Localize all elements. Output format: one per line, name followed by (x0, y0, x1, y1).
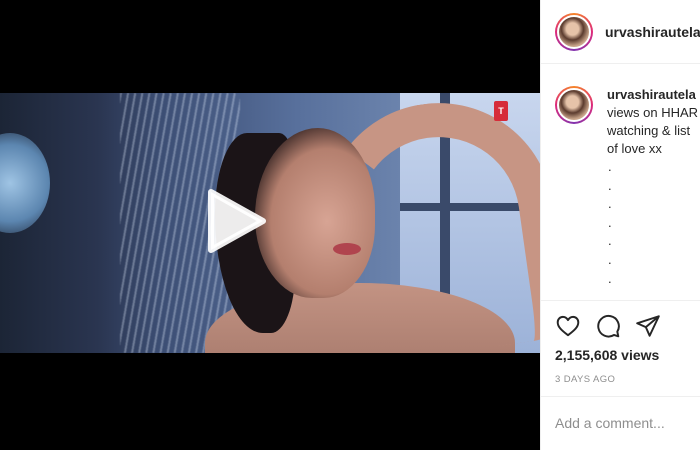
caption-dot: . (608, 214, 612, 230)
view-count[interactable]: 2,155,608 views (555, 347, 659, 363)
send-icon[interactable] (635, 313, 661, 339)
post-header: urvashirautela (541, 0, 700, 64)
post-side-panel: urvashirautela urvashirautela views on H… (540, 0, 700, 450)
caption-dot: . (608, 159, 612, 174)
caption-dot: . (608, 270, 612, 286)
caption-text: urvashirautela views on HHAR watching & … (607, 86, 700, 288)
caption-line: of love xx (607, 141, 662, 156)
caption-dot: . (608, 177, 612, 193)
play-icon[interactable] (203, 186, 269, 256)
comment-input[interactable] (555, 415, 695, 431)
caption-dot: . (608, 251, 612, 267)
caption-line: views on HHAR (607, 105, 699, 120)
caption-avatar[interactable] (555, 86, 593, 124)
post-timestamp[interactable]: 3 DAYS AGO (555, 374, 615, 385)
caption-username[interactable]: urvashirautela (607, 86, 700, 104)
caption-dot: . (608, 196, 612, 212)
channel-logo: T (494, 101, 508, 121)
post-username[interactable]: urvashirautela (605, 24, 700, 40)
caption-line: watching & list (607, 123, 691, 138)
video-background-lamp (0, 133, 50, 233)
post-actions: 2,155,608 views 3 DAYS AGO (541, 300, 700, 450)
heart-icon[interactable] (555, 313, 581, 339)
video-player[interactable]: T (0, 93, 540, 353)
caption-area: urvashirautela views on HHAR watching & … (541, 64, 700, 300)
comment-icon[interactable] (595, 313, 621, 339)
caption-dot: . (608, 233, 612, 249)
avatar[interactable] (555, 12, 593, 51)
comment-box (541, 396, 700, 450)
video-pane: T (0, 0, 540, 450)
